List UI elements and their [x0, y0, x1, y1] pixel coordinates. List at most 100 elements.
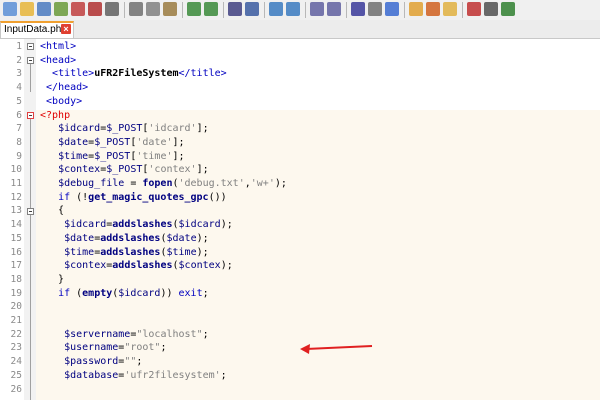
line-number: 23	[10, 342, 22, 354]
line-number: 12	[10, 191, 22, 203]
toolbar-separator	[305, 2, 306, 18]
code-line[interactable]: 11 $debug_file = fopen('debug.txt','w+')…	[0, 177, 600, 191]
word-wrap-icon[interactable]	[351, 2, 365, 16]
line-number: 24	[10, 356, 22, 368]
code-line[interactable]: 10 $contex=$_POST['contex'];	[0, 163, 600, 177]
code-line[interactable]: 17 $contex=addslashes($contex);	[0, 259, 600, 273]
code-text: $username="root";	[64, 342, 167, 354]
line-number: 9	[16, 150, 22, 162]
function-list-icon[interactable]	[426, 2, 440, 16]
fold-toggle-icon[interactable]	[27, 57, 34, 64]
line-number: 2	[16, 54, 22, 66]
tab-inputdata-php[interactable]: InputData.php ×	[0, 21, 74, 38]
code-line[interactable]: 26	[0, 383, 600, 397]
code-line[interactable]: 13 {	[0, 204, 600, 218]
code-text: $date=$_POST['date'];	[58, 136, 185, 148]
code-line[interactable]: 19 if (empty($idcard)) exit;	[0, 287, 600, 301]
print-icon[interactable]	[105, 2, 119, 16]
line-number: 17	[10, 260, 22, 272]
record-icon[interactable]	[467, 2, 481, 16]
code-line[interactable]: 1 <html>	[0, 40, 600, 54]
code-text: $contex=$_POST['contex'];	[58, 164, 209, 176]
code-text: </head>	[46, 82, 89, 94]
line-number: 26	[10, 383, 22, 395]
code-line[interactable]: 16 $time=addslashes($time);	[0, 246, 600, 260]
line-number: 7	[16, 123, 22, 135]
replace-icon[interactable]	[245, 2, 259, 16]
code-line[interactable]: 2 <head>	[0, 54, 600, 68]
code-line[interactable]: 15 $date=addslashes($date);	[0, 232, 600, 246]
find-icon[interactable]	[228, 2, 242, 16]
stop-icon[interactable]	[484, 2, 498, 16]
play-icon[interactable]	[501, 2, 515, 16]
code-text: {	[40, 205, 65, 217]
code-text: <?php	[40, 109, 71, 121]
close-all-icon[interactable]	[88, 2, 102, 16]
zoom-in-icon[interactable]	[269, 2, 283, 16]
open-icon[interactable]	[20, 2, 34, 16]
line-number: 18	[10, 273, 22, 285]
code-line[interactable]: 5 <body>	[0, 95, 600, 109]
line-number: 8	[16, 136, 22, 148]
code-line[interactable]: 25 $database='ufr2filesystem';	[0, 369, 600, 383]
cut-icon[interactable]	[129, 2, 143, 16]
all-chars-icon[interactable]	[368, 2, 382, 16]
code-line[interactable]: 18 }	[0, 273, 600, 287]
line-number: 16	[10, 246, 22, 258]
indent-guide-icon[interactable]	[385, 2, 399, 16]
zoom-out-icon[interactable]	[286, 2, 300, 16]
copy-icon[interactable]	[146, 2, 160, 16]
code-text: }	[40, 273, 65, 285]
sync-h-icon[interactable]	[327, 2, 341, 16]
line-number: 25	[10, 369, 22, 381]
line-number: 6	[16, 109, 22, 121]
code-text: if (!get_magic_quotes_gpc())	[58, 191, 227, 203]
tab-bar: InputData.php ×	[0, 20, 600, 39]
code-line[interactable]: 7 $idcard=$_POST['idcard'];	[0, 122, 600, 136]
sync-v-icon[interactable]	[310, 2, 324, 16]
line-number: 21	[10, 315, 22, 326]
code-line[interactable]: 4 </head>	[0, 81, 600, 95]
toolbar-separator	[462, 2, 463, 18]
code-text: $idcard=$_POST['idcard'];	[58, 123, 209, 135]
line-number: 19	[10, 287, 22, 299]
code-line[interactable]: 20	[0, 300, 600, 314]
code-line[interactable]: 12 if (!get_magic_quotes_gpc())	[0, 191, 600, 205]
close-icon[interactable]	[71, 2, 85, 16]
fold-guide-line	[30, 64, 31, 92]
code-text: <body>	[46, 95, 83, 107]
undo-icon[interactable]	[187, 2, 201, 16]
toolbar	[0, 0, 600, 21]
line-number: 10	[10, 164, 22, 176]
code-line[interactable]: 8 $date=$_POST['date'];	[0, 136, 600, 150]
code-line[interactable]: 9 $time=$_POST['time'];	[0, 150, 600, 164]
new-file-icon[interactable]	[3, 2, 17, 16]
code-text: $date=addslashes($date);	[64, 232, 209, 244]
folder-icon[interactable]	[443, 2, 457, 16]
line-number: 20	[10, 301, 22, 313]
fold-toggle-icon[interactable]	[27, 112, 34, 119]
tab-label: InputData.php	[4, 24, 67, 35]
annotation-arrow	[300, 344, 373, 354]
toolbar-separator	[404, 2, 405, 18]
line-number: 13	[10, 205, 22, 217]
save-all-icon[interactable]	[54, 2, 68, 16]
fold-guide-line	[30, 119, 31, 400]
save-icon[interactable]	[37, 2, 51, 16]
close-tab-icon[interactable]: ×	[61, 24, 71, 34]
fold-toggle-icon[interactable]	[27, 208, 34, 215]
code-line[interactable]: 14 $idcard=addslashes($idcard);	[0, 218, 600, 232]
code-line[interactable]: 6 <?php	[0, 109, 600, 123]
toolbar-separator	[182, 2, 183, 18]
doc-map-icon[interactable]	[409, 2, 423, 16]
code-text: <title>uFR2FileSystem</title>	[52, 68, 227, 80]
redo-icon[interactable]	[204, 2, 218, 16]
paste-icon[interactable]	[163, 2, 177, 16]
toolbar-separator	[346, 2, 347, 18]
line-number: 11	[10, 178, 22, 189]
code-line[interactable]: 3 <title>uFR2FileSystem</title>	[0, 67, 600, 81]
fold-toggle-icon[interactable]	[27, 43, 34, 50]
line-number: 5	[16, 95, 22, 107]
code-line[interactable]: 21	[0, 314, 600, 328]
toolbar-separator	[223, 2, 224, 18]
